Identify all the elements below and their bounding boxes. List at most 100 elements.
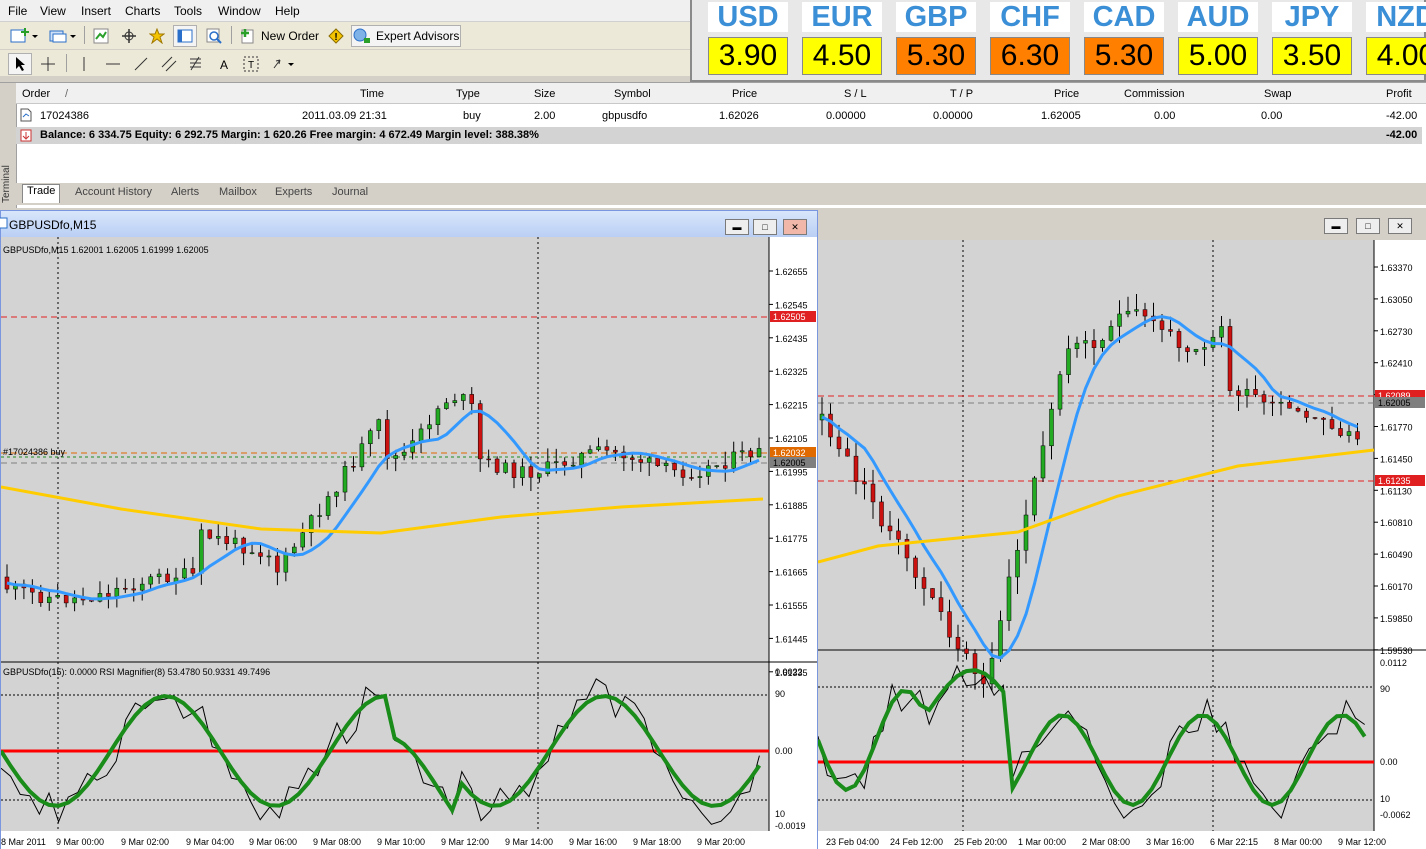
standard-toolbar: New Order ! Expert Advisors — [0, 22, 690, 49]
candle-body — [672, 462, 677, 471]
col-sl[interactable]: S / L — [844, 88, 867, 100]
profiles-button[interactable] — [46, 25, 80, 47]
candle-body — [1321, 417, 1326, 420]
candle-body — [655, 457, 660, 466]
currency-code-nzd: NZD — [1366, 2, 1426, 32]
chart-window-icon — [0, 217, 8, 229]
autotrading-alert-button[interactable]: ! — [324, 25, 348, 47]
terminal-side-bar: Terminal — [0, 83, 17, 208]
minimize-button[interactable]: ▬ — [1324, 218, 1348, 234]
svg-text:T: T — [248, 60, 254, 71]
strategy-tester-button[interactable] — [202, 25, 226, 47]
candle-body — [1244, 389, 1250, 396]
tab-trade[interactable]: Trade — [22, 184, 61, 203]
crosshair-icon — [41, 57, 55, 71]
chart-window-title: GBPUSDfo,M15 — [9, 218, 97, 232]
close-button[interactable]: ✕ — [1388, 218, 1412, 234]
chart-window-secondary[interactable]: ▬ □ ✕ 1.633701.630501.627301.624101.6209… — [818, 210, 1426, 849]
candle-body — [537, 473, 542, 478]
col-type[interactable]: Type — [456, 88, 480, 100]
star-icon — [149, 28, 165, 44]
arrows-button[interactable] — [268, 53, 300, 75]
tab-journal[interactable]: Journal — [328, 186, 372, 202]
candle-body — [964, 648, 969, 654]
cursor-button[interactable] — [8, 53, 32, 75]
col-current-price[interactable]: Price — [1054, 88, 1079, 100]
text-label-button[interactable]: T — [240, 53, 262, 75]
candle-body — [1108, 326, 1114, 341]
time-tick-label: 9 Mar 06:00 — [249, 837, 297, 847]
menu-file[interactable]: File — [8, 4, 27, 18]
currency-strength-chf: 6.30 — [990, 37, 1070, 75]
price-tick-label: 1.62730 — [1380, 327, 1413, 337]
candle-body — [1270, 401, 1275, 404]
col-tp[interactable]: T / P — [950, 88, 973, 100]
menu-charts[interactable]: Charts — [125, 4, 160, 18]
tab-alerts[interactable]: Alerts — [167, 186, 203, 202]
terminal-button[interactable] — [173, 25, 197, 47]
col-symbol[interactable]: Symbol — [614, 88, 651, 100]
col-commission[interactable]: Commission — [1124, 88, 1185, 100]
candle-body — [1304, 410, 1309, 418]
maximize-button[interactable]: □ — [1356, 218, 1380, 234]
minimize-button[interactable]: ▬ — [725, 219, 749, 235]
candle-body — [511, 462, 517, 478]
col-size[interactable]: Size — [534, 88, 555, 100]
time-tick-label: 24 Feb 12:00 — [890, 837, 943, 847]
equidistant-channel-button[interactable] — [158, 53, 180, 75]
crosshair-button[interactable] — [36, 53, 60, 75]
menu-tools[interactable]: Tools — [174, 4, 202, 18]
candle-body — [879, 501, 884, 527]
new-chart-button[interactable] — [6, 25, 42, 47]
close-button[interactable]: ✕ — [783, 219, 807, 235]
trendline-button[interactable] — [130, 53, 152, 75]
new-order-button[interactable]: New Order — [238, 25, 322, 47]
table-row[interactable]: 17024386 2011.03.09 21:31 buy 2.00 gbpus… — [16, 104, 1426, 124]
candle-body — [401, 451, 407, 456]
price-tick-label: 1.62325 — [775, 367, 808, 377]
candle-body — [545, 461, 551, 475]
favorites-button[interactable] — [146, 25, 168, 47]
candle-body — [359, 443, 365, 468]
tab-mailbox[interactable]: Mailbox — [215, 186, 261, 202]
time-tick-label: 9 Mar 12:00 — [1338, 837, 1386, 847]
text-button[interactable]: A — [213, 53, 235, 75]
menu-view[interactable]: View — [40, 4, 66, 18]
chart-window-gbpusd-m15[interactable]: GBPUSDfo,M15 ▬ □ ✕ 1.62655 1.62545 1.62435… — [0, 210, 818, 849]
balance-icon — [20, 129, 32, 142]
expert-advisors-button[interactable]: Expert Advisors — [351, 25, 461, 47]
time-tick-label: 9 Mar 12:00 — [441, 837, 489, 847]
fibonacci-button[interactable] — [186, 53, 208, 75]
cell-time: 2011.03.09 21:31 — [302, 110, 387, 122]
chart-title-bar[interactable]: GBPUSDfo,M15 ▬ □ ✕ — [0, 211, 817, 237]
col-profit[interactable]: Profit — [1386, 88, 1412, 100]
price-tick-label: 1.60170 — [1380, 582, 1413, 592]
chart2-canvas[interactable]: 1.633701.630501.627301.624101.620901.617… — [818, 240, 1426, 849]
col-order[interactable]: Order — [22, 88, 50, 100]
col-time[interactable]: Time — [360, 88, 384, 100]
horizontal-line-button[interactable] — [102, 53, 124, 75]
navigator-button[interactable] — [118, 25, 140, 47]
maximize-button[interactable]: □ — [753, 219, 777, 235]
tab-experts[interactable]: Experts — [271, 186, 316, 202]
candle-body — [1253, 389, 1258, 395]
candle-body — [275, 555, 280, 573]
col-swap[interactable]: Swap — [1264, 88, 1292, 100]
market-watch-button[interactable] — [90, 25, 112, 47]
candle-body — [714, 465, 720, 467]
candle-body — [224, 536, 229, 544]
sort-indicator: / — [65, 88, 69, 100]
price-tick-label: 1.61130 — [1380, 486, 1412, 496]
menu-window[interactable]: Window — [218, 4, 261, 18]
vertical-line-button[interactable] — [74, 53, 94, 75]
menu-insert[interactable]: Insert — [81, 4, 111, 18]
chart2-title-bar[interactable]: ▬ □ ✕ — [818, 210, 1426, 240]
menu-help[interactable]: Help — [275, 4, 300, 18]
price-tick-label: 1.62435 — [775, 334, 808, 344]
candle-body — [938, 597, 944, 612]
col-price[interactable]: Price — [732, 88, 757, 100]
new-order-icon — [241, 29, 254, 44]
chart-canvas[interactable]: 1.62655 1.62545 1.62435 1.62325 1.62215 1.621… — [1, 237, 817, 849]
tab-account-history[interactable]: Account History — [71, 186, 156, 202]
price-tick-label: 1.60490 — [1380, 550, 1413, 560]
